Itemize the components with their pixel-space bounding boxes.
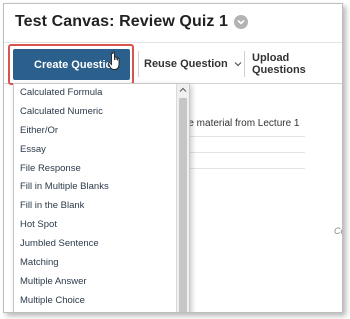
menu-item-matching[interactable]: Matching xyxy=(14,254,189,273)
create-question-label: Create Question xyxy=(34,58,119,71)
divider-line xyxy=(180,168,305,169)
menu-item-multiple-choice[interactable]: Multiple Choice xyxy=(14,292,189,311)
scrollbar-thumb[interactable] xyxy=(179,98,187,312)
scroll-up-arrow-icon[interactable] xyxy=(179,87,187,93)
upload-questions-button[interactable]: Upload Questions xyxy=(252,49,342,79)
menu-item-hot-spot[interactable]: Hot Spot xyxy=(14,216,189,235)
menu-item-file-response[interactable]: File Response xyxy=(14,160,189,179)
dropdown-scrollbar[interactable] xyxy=(176,84,189,312)
reuse-question-button[interactable]: Reuse Question xyxy=(144,49,242,79)
question-type-list: Calculated Formula Calculated Numeric Ei… xyxy=(14,84,189,311)
reuse-question-label: Reuse Question xyxy=(144,58,228,70)
menu-item-fill-in-multiple-blanks[interactable]: Fill in Multiple Blanks xyxy=(14,178,189,197)
menu-item-jumbled-sentence[interactable]: Jumbled Sentence xyxy=(14,235,189,254)
chevron-down-icon xyxy=(234,62,242,67)
toolbar-separator xyxy=(138,51,139,77)
menu-item-either-or[interactable]: Either/Or xyxy=(14,122,189,141)
menu-item-essay[interactable]: Essay xyxy=(14,141,189,160)
title-options-chevron-icon[interactable] xyxy=(234,15,249,29)
page-header: Test Canvas: Review Quiz 1 xyxy=(15,11,249,33)
page-title: Test Canvas: Review Quiz 1 xyxy=(15,13,229,30)
divider-line xyxy=(180,136,305,137)
menu-item-fill-in-the-blank[interactable]: Fill in the Blank xyxy=(14,197,189,216)
question-description: the material from Lecture 1 xyxy=(180,118,300,129)
upload-questions-label: Upload Questions xyxy=(252,52,306,76)
truncated-label: Co xyxy=(334,226,342,236)
menu-item-multiple-answer[interactable]: Multiple Answer xyxy=(14,273,189,292)
action-bar: Create Question Reuse Question Upload Qu… xyxy=(4,42,342,85)
menu-item-calculated-formula[interactable]: Calculated Formula xyxy=(14,84,189,103)
create-question-dropdown: Calculated Formula Calculated Numeric Ei… xyxy=(13,83,190,312)
divider-line xyxy=(180,152,305,153)
toolbar-separator xyxy=(244,51,245,77)
menu-item-calculated-numeric[interactable]: Calculated Numeric xyxy=(14,103,189,122)
screenshot-frame: Test Canvas: Review Quiz 1 Create Questi… xyxy=(3,3,343,313)
hand-cursor-icon xyxy=(108,51,120,70)
